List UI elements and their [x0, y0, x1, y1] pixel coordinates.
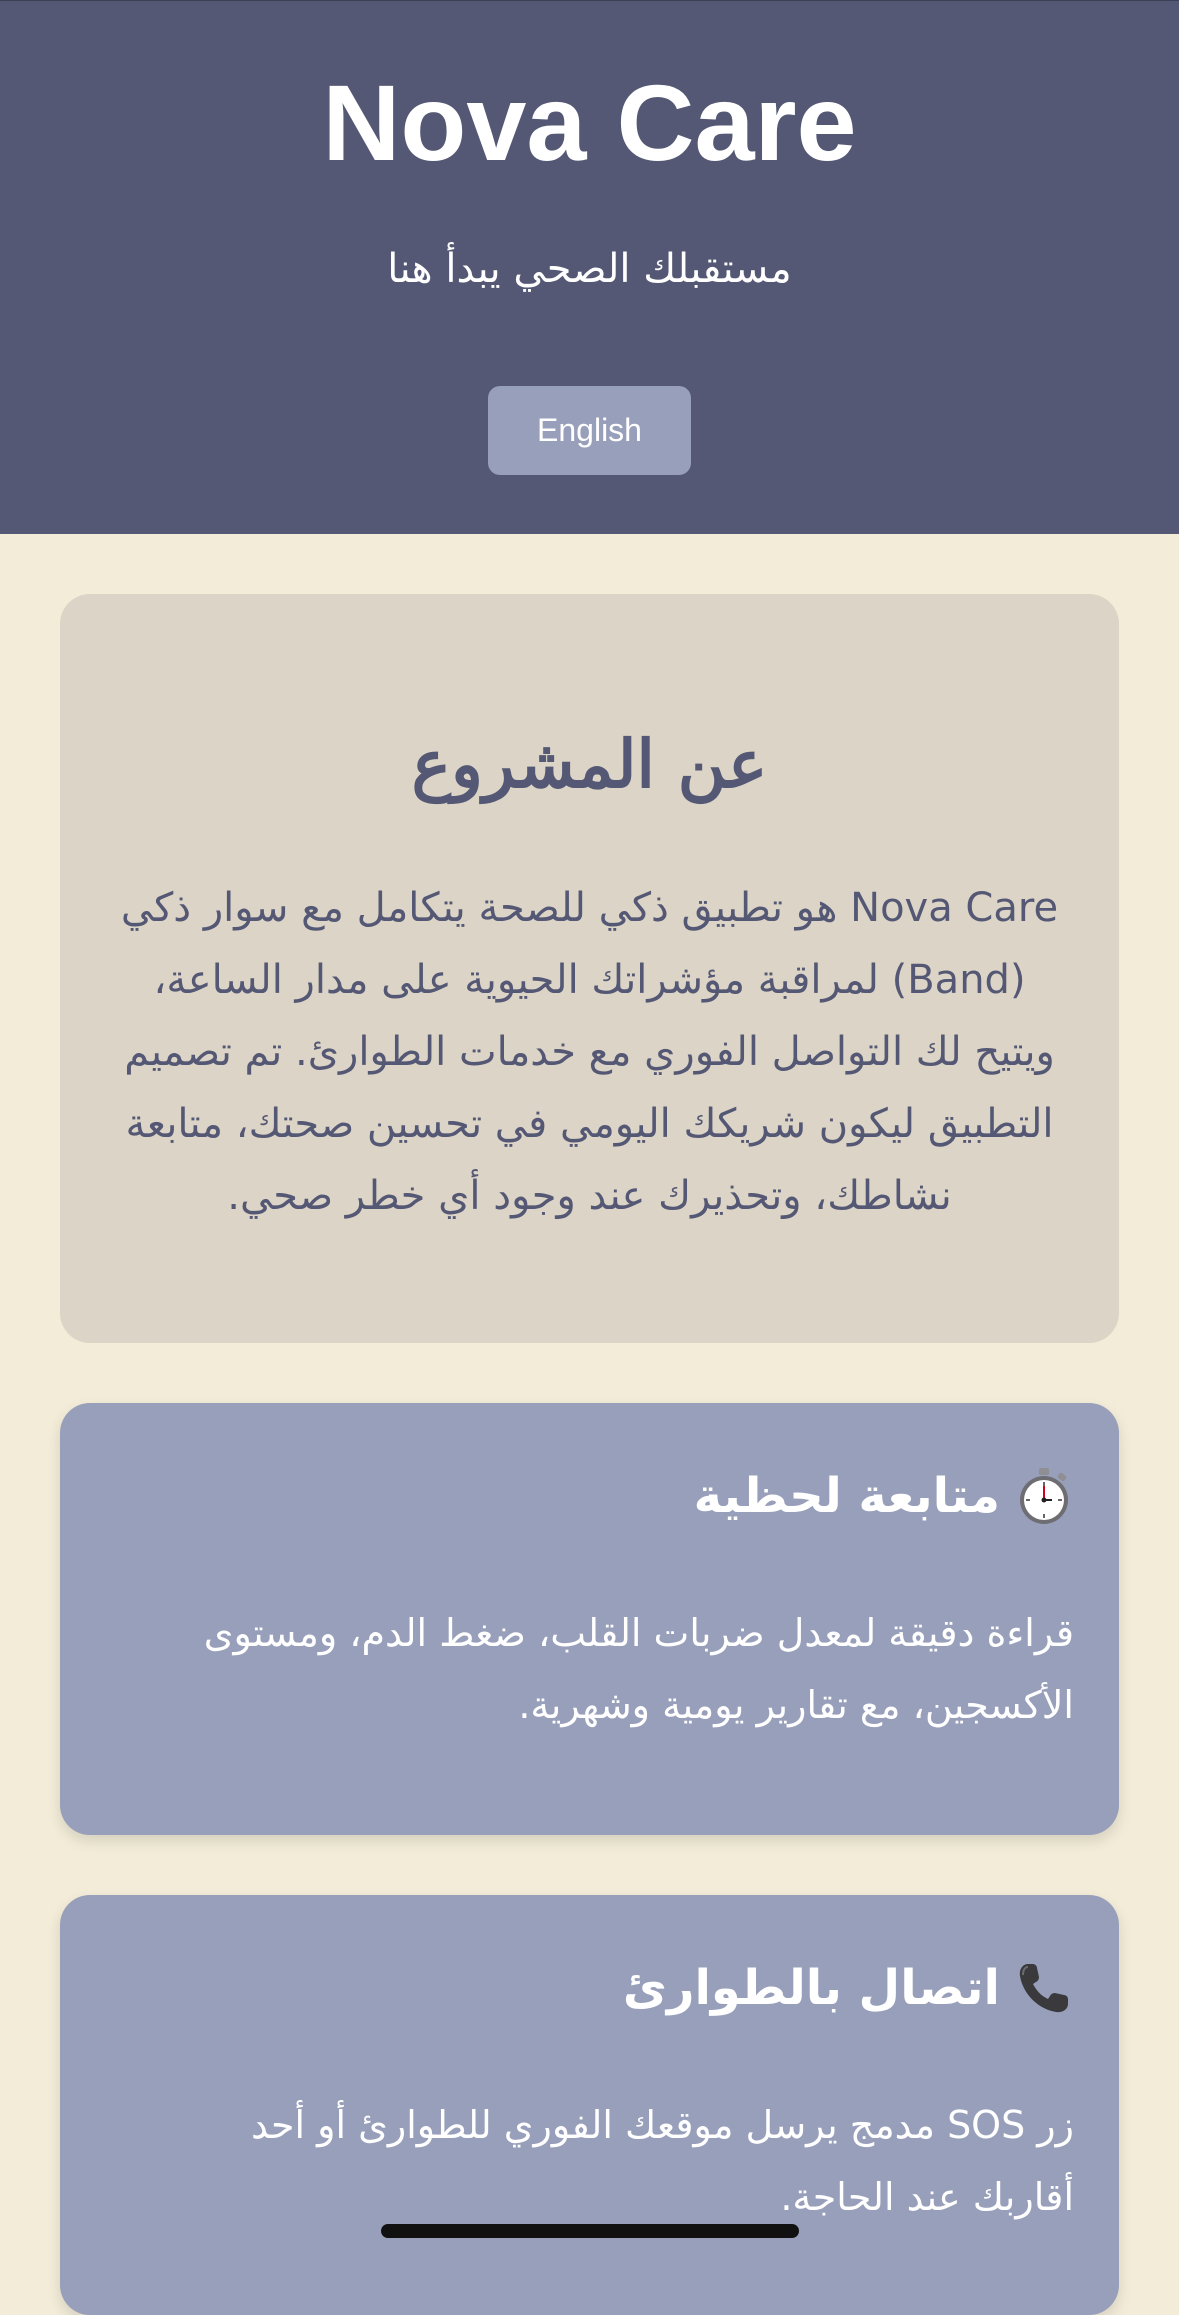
- stopwatch-icon: [1014, 1466, 1074, 1526]
- about-project-card: عن المشروع Nova Care هو تطبيق ذكي للصحة …: [60, 594, 1119, 1343]
- feature-title: اتصال بالطوارئ: [622, 1960, 1000, 2016]
- feature-title: متابعة لحظية: [693, 1468, 1000, 1524]
- feature-heading: متابعة لحظية: [694, 1463, 1074, 1529]
- feature-description: قراءة دقيقة لمعدل ضربات القلب، ضغط الدم،…: [203, 1611, 1074, 1727]
- language-toggle-button[interactable]: English: [488, 386, 691, 475]
- feature-heading: اتصال بالطوارئ: [623, 1955, 1074, 2021]
- feature-card-emergency-call: اتصال بالطوارئ زر SOS مدمج يرسل موقعك ال…: [60, 1895, 1119, 2315]
- about-heading: عن المشروع: [411, 725, 768, 803]
- feature-description: زر SOS مدمج يرسل موقعك الفوري للطوارئ أو…: [251, 2103, 1074, 2219]
- about-description: Nova Care هو تطبيق ذكي للصحة يتكامل مع س…: [120, 885, 1059, 1219]
- phone-icon: [1014, 1958, 1074, 2018]
- hero-header: Nova Care مستقبلك الصحي يبدأ هنا English: [0, 0, 1179, 534]
- feature-card-realtime-monitoring: متابعة لحظية قراءة دقيقة لمعدل ضربات الق…: [60, 1403, 1119, 1835]
- app-title: Nova Care: [322, 62, 857, 183]
- app-tagline: مستقبلك الصحي يبدأ هنا: [387, 246, 792, 292]
- home-indicator-bar[interactable]: [381, 2224, 799, 2238]
